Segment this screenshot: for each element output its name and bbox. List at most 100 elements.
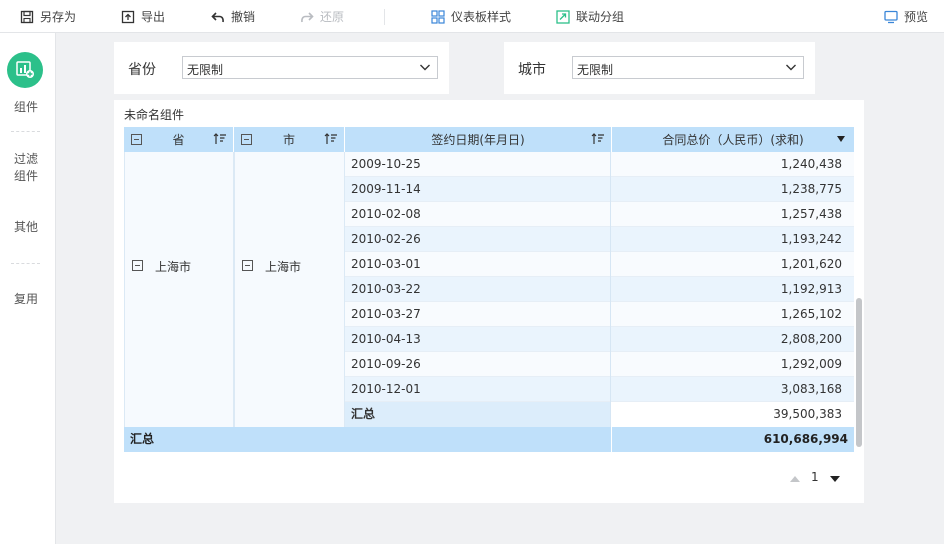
value-cell: 1,192,913 [780, 282, 842, 296]
value-cell: 3,083,168 [780, 382, 842, 396]
sidebar-item-filter-component[interactable]: 过滤 组件 [0, 151, 52, 185]
date-cell: 2009-10-25 [345, 152, 611, 177]
date-cell: 2010-04-13 [345, 327, 611, 352]
widget-title[interactable]: 未命名组件 [124, 106, 184, 123]
date-cell: 2010-12-01 [345, 377, 611, 402]
grand-total-label: 汇总 [130, 432, 155, 446]
scrollbar-thumb[interactable] [856, 298, 862, 447]
province-filter-card: 省份 无限制 [114, 42, 449, 94]
undo-label: 撤销 [231, 10, 256, 24]
date-cell: 2010-09-26 [345, 352, 611, 377]
table-row[interactable]: 2010-04-13 2,808,200 [345, 327, 854, 352]
sidebar-divider [11, 263, 40, 264]
dashboard-style-button[interactable]: 仪表板样式 [431, 0, 511, 33]
page-down-icon[interactable] [830, 476, 840, 482]
province-cell-continued [124, 402, 234, 427]
value-cell: 2,808,200 [780, 332, 842, 346]
chevron-down-icon [419, 61, 431, 76]
redo-button[interactable]: 还原 [300, 0, 344, 33]
top-toolbar: 另存为 导出 撤销 还原 仪表板样式 联动分组 预览 [0, 0, 944, 33]
save-as-button[interactable]: 另存为 [20, 0, 76, 33]
table-row[interactable]: 2010-03-27 1,265,102 [345, 302, 854, 327]
date-cell: 2010-03-22 [345, 277, 611, 302]
preview-button[interactable]: 预览 [884, 0, 928, 33]
province-cell: 上海市 [124, 152, 234, 402]
province-value: 上海市 [155, 260, 192, 274]
province-select[interactable]: 无限制 [182, 56, 438, 79]
page-up-icon[interactable] [790, 476, 800, 482]
grid-icon [431, 9, 445, 24]
table-row[interactable]: 2010-09-26 1,292,009 [345, 352, 854, 377]
value-cell: 1,201,620 [780, 257, 842, 271]
preview-label: 预览 [904, 10, 929, 24]
add-component-button[interactable] [7, 52, 43, 88]
collapse-icon[interactable] [242, 260, 253, 271]
value-cell: 1,238,775 [780, 182, 842, 196]
date-cell: 2010-03-01 [345, 252, 611, 277]
value-cell: 1,265,102 [780, 307, 842, 321]
dashboard-style-label: 仪表板样式 [451, 10, 512, 24]
table-header-row: 省 市 签约日期(年月日) 合同总价（人民币）(求和) [124, 127, 854, 152]
chart-add-icon [15, 59, 35, 82]
table-row[interactable]: 2010-03-22 1,192,913 [345, 277, 854, 302]
subtotal-value: 39,500,383 [612, 402, 848, 427]
column-header-sign-date[interactable]: 签约日期(年月日) [345, 127, 612, 152]
sort-icon[interactable] [324, 133, 338, 148]
linkage-icon [556, 9, 570, 24]
city-value: 上海市 [265, 260, 302, 274]
redo-icon [300, 10, 314, 24]
province-filter-label: 省份 [128, 62, 156, 78]
value-cell: 1,240,438 [780, 157, 842, 171]
monitor-icon [884, 10, 898, 24]
table-row[interactable]: 2010-02-26 1,193,242 [345, 227, 854, 252]
table-row[interactable]: 2009-10-25 1,240,438 [345, 152, 854, 177]
sort-icon[interactable] [591, 133, 605, 148]
dropdown-triangle-icon[interactable] [837, 136, 845, 142]
collapse-icon[interactable] [241, 134, 252, 145]
table-body: 上海市 上海市 2009-10-25 1,240,438 2009-11-14 … [124, 152, 854, 402]
date-cell: 2009-11-14 [345, 177, 611, 202]
value-cell: 1,292,009 [780, 357, 842, 371]
save-icon [20, 10, 34, 24]
save-as-label: 另存为 [40, 10, 77, 24]
sidebar-divider [11, 131, 40, 132]
table-row[interactable]: 2010-02-08 1,257,438 [345, 202, 854, 227]
collapse-icon[interactable] [132, 260, 143, 271]
chevron-down-icon [785, 61, 797, 76]
date-cell: 2010-03-27 [345, 302, 611, 327]
toolbar-divider [384, 9, 385, 25]
date-cell: 2010-02-08 [345, 202, 611, 227]
subtotal-row[interactable]: 汇总 39,500,383 [345, 402, 854, 427]
sort-icon[interactable] [213, 133, 227, 148]
column-header-city[interactable]: 市 [234, 127, 345, 152]
city-select-value: 无限制 [577, 63, 614, 77]
linkage-group-button[interactable]: 联动分组 [556, 0, 624, 33]
cell-divider [611, 427, 612, 452]
city-cell: 上海市 [234, 152, 345, 402]
city-filter-card: 城市 无限制 [504, 42, 815, 94]
column-header-label: 合同总价（人民币）(求和) [662, 133, 804, 147]
grand-total-row[interactable]: 汇总 610,686,994 [124, 427, 854, 452]
export-icon [121, 10, 135, 24]
value-cell: 1,193,242 [780, 232, 842, 246]
left-sidebar: 组件 过滤 组件 其他 复用 [0, 33, 56, 544]
undo-button[interactable]: 撤销 [211, 0, 255, 33]
table-row[interactable]: 2009-11-14 1,238,775 [345, 177, 854, 202]
column-header-label: 签约日期(年月日) [431, 133, 525, 147]
province-select-value: 无限制 [187, 63, 224, 77]
city-select[interactable]: 无限制 [572, 56, 804, 79]
sidebar-item-other[interactable]: 其他 [0, 219, 52, 236]
page-number: 1 [811, 470, 819, 484]
sidebar-item-reuse[interactable]: 复用 [0, 291, 52, 308]
table-scrollbar[interactable] [856, 152, 862, 449]
table-row[interactable]: 2010-03-01 1,201,620 [345, 252, 854, 277]
export-button[interactable]: 导出 [121, 0, 165, 33]
column-header-label: 省 [172, 133, 185, 147]
collapse-icon[interactable] [131, 134, 142, 145]
column-header-province[interactable]: 省 [124, 127, 234, 152]
column-header-contract-total[interactable]: 合同总价（人民币）(求和) [612, 127, 854, 152]
date-cell: 2010-02-26 [345, 227, 611, 252]
subtotal-label: 汇总 [345, 402, 611, 427]
sidebar-item-component[interactable]: 组件 [0, 99, 52, 116]
table-row[interactable]: 2010-12-01 3,083,168 [345, 377, 854, 402]
